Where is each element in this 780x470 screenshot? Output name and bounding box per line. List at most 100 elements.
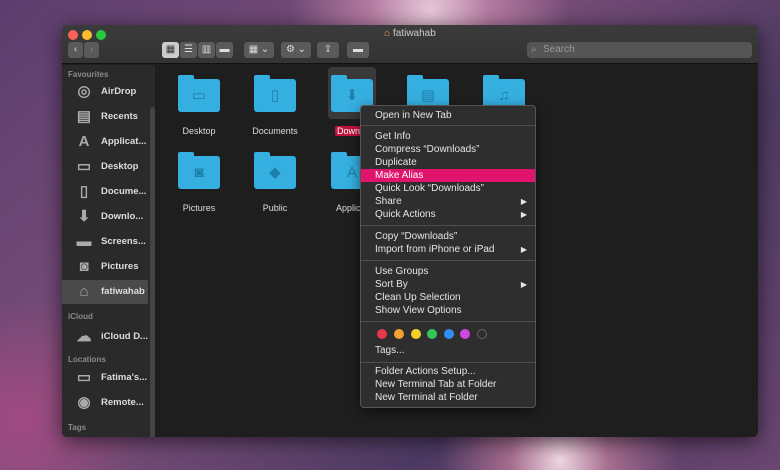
gallery-view-button[interactable]: ▬ [216, 42, 233, 58]
label: Applicat... [101, 136, 147, 147]
public-icon: ◆ [254, 152, 296, 189]
menu-make-alias[interactable]: Make Alias [361, 169, 535, 182]
menu-duplicate[interactable]: Duplicate [361, 156, 535, 169]
menu-quick-actions[interactable]: Quick Actions ▶ [361, 208, 535, 221]
search-input[interactable]: ⌕ Search [527, 42, 752, 58]
sidebar-item-pictures[interactable]: ◙ Pictures [62, 255, 148, 279]
menu-compress[interactable]: Compress “Downloads” [361, 143, 535, 156]
applications-icon: A [78, 133, 90, 150]
menu-get-info[interactable]: Get Info [361, 130, 535, 143]
menu-open-new-tab[interactable]: Open in New Tab [361, 109, 535, 122]
forward-button[interactable]: › [84, 42, 99, 58]
label: Remote... [101, 397, 144, 408]
folder-pictures[interactable]: ◙ Pictures [169, 152, 229, 213]
recents-icon: ▤ [76, 108, 92, 125]
sidebar-scrollbar[interactable] [150, 107, 155, 437]
folder-documents[interactable]: ▯ Documents [245, 75, 305, 136]
tag-red[interactable] [377, 329, 387, 339]
camera-icon: ◙ [79, 258, 89, 275]
folder-label: Pictures [182, 203, 216, 213]
title-text: fatiwahab [393, 28, 436, 39]
folder-label: Documents [252, 126, 298, 136]
sidebar-item-home[interactable]: ⌂ fatiwahab [62, 280, 148, 304]
label: Recents [101, 111, 138, 122]
tag-yellow[interactable] [411, 329, 421, 339]
submenu-arrow-icon: ▶ [520, 280, 527, 289]
section-icloud: iCloud [68, 312, 93, 321]
section-tags: Tags [68, 423, 87, 432]
back-button[interactable]: ‹ [68, 42, 83, 58]
menu-folder-actions[interactable]: Folder Actions Setup... [361, 365, 535, 378]
menu-show-view-options[interactable]: Show View Options [361, 304, 535, 317]
menu-new-terminal[interactable]: New Terminal at Folder [361, 391, 535, 404]
label: Docume... [101, 186, 147, 197]
folder-label: Public [262, 203, 288, 213]
label: Quick Actions [375, 209, 436, 220]
cloud-icon: ☁ [76, 328, 92, 345]
label: Pictures [101, 261, 139, 272]
label: AirDrop [101, 86, 137, 97]
label: Share [375, 196, 402, 207]
menu-use-groups[interactable]: Use Groups [361, 265, 535, 278]
sidebar-item-documents[interactable]: ▯ Docume... [62, 180, 148, 204]
tag-orange[interactable] [394, 329, 404, 339]
separator [361, 225, 535, 226]
sidebar-item-icloud-drive[interactable]: ☁ iCloud D... [62, 325, 148, 349]
context-menu: Open in New Tab Get Info Compress “Downl… [360, 105, 536, 408]
search-icon: ⌕ [531, 44, 537, 55]
menu-copy[interactable]: Copy “Downloads” [361, 230, 535, 243]
icon-view-button[interactable]: ▦ [162, 42, 179, 58]
menu-share[interactable]: Share ▶ [361, 195, 535, 208]
label: iCloud D... [101, 331, 148, 342]
sidebar-item-recents[interactable]: ▤ Recents [62, 105, 148, 129]
sidebar-item-desktop[interactable]: ▭ Desktop [62, 155, 148, 179]
share-button[interactable]: ⇪ [317, 42, 339, 58]
menu-quick-look[interactable]: Quick Look “Downloads” [361, 182, 535, 195]
menu-new-terminal-tab[interactable]: New Terminal Tab at Folder [361, 378, 535, 391]
menu-sort-by[interactable]: Sort By ▶ [361, 278, 535, 291]
airdrop-icon: ◎ [77, 83, 91, 100]
search-placeholder: Search [543, 44, 575, 55]
separator [361, 125, 535, 126]
sidebar-item-mac[interactable]: ▭ Fatima's... [62, 366, 148, 390]
sidebar: Favourites ◎ AirDrop ▤ Recents A Applicat..… [62, 65, 155, 437]
submenu-arrow-icon: ▶ [520, 245, 527, 254]
group-button[interactable]: ▦ ⌄ [244, 42, 274, 58]
label: Desktop [101, 161, 139, 172]
separator [361, 362, 535, 363]
home-icon: ⌂ [79, 283, 89, 300]
action-button[interactable]: ⚙ ⌄ [281, 42, 311, 58]
documents-icon: ▯ [79, 183, 89, 200]
folder-icon: ▭ [178, 75, 220, 112]
sidebar-item-downloads[interactable]: ⬇ Downlo... [62, 205, 148, 229]
tag-purple[interactable] [460, 329, 470, 339]
label: Downlo... [101, 211, 144, 222]
sidebar-item-screenshots[interactable]: ▬ Screens... [62, 230, 148, 254]
sidebar-item-airdrop[interactable]: ◎ AirDrop [62, 80, 148, 104]
separator [361, 260, 535, 261]
column-view-button[interactable]: ▥ [198, 42, 215, 58]
section-favourites: Favourites [68, 70, 109, 79]
tag-button[interactable]: ▬ [347, 42, 369, 58]
folder-public[interactable]: ◆ Public [245, 152, 305, 213]
folder-desktop[interactable]: ▭ Desktop [169, 75, 229, 136]
downloads-icon: ⬇ [77, 208, 91, 225]
menu-clean-up[interactable]: Clean Up Selection [361, 291, 535, 304]
label: Screens... [101, 236, 146, 247]
tag-blue[interactable] [444, 329, 454, 339]
camera-icon: ◙ [178, 152, 220, 189]
folder-icon: ▯ [254, 75, 296, 112]
window-title: ⌂ fatiwahab [62, 28, 758, 39]
toolbar: ⌂ fatiwahab ‹ › ▦ ☰ ▥ ▬ ▦ ⌄ ⚙ ⌄ ⇪ ▬ ⌕ Sea… [62, 25, 758, 64]
label: Fatima's... [101, 372, 148, 383]
folder-label: Desktop [182, 126, 216, 136]
menu-tags[interactable]: Tags... [361, 344, 535, 357]
menu-import-iphone[interactable]: Import from iPhone or iPad ▶ [361, 243, 535, 256]
list-view-button[interactable]: ☰ [180, 42, 197, 58]
label: fatiwahab [101, 286, 145, 297]
sidebar-item-remote-disc[interactable]: ◉ Remote... [62, 391, 148, 415]
sidebar-item-applications[interactable]: A Applicat... [62, 130, 148, 154]
tag-green[interactable] [427, 329, 437, 339]
tag-gray[interactable] [477, 329, 487, 339]
home-icon: ⌂ [384, 28, 391, 39]
